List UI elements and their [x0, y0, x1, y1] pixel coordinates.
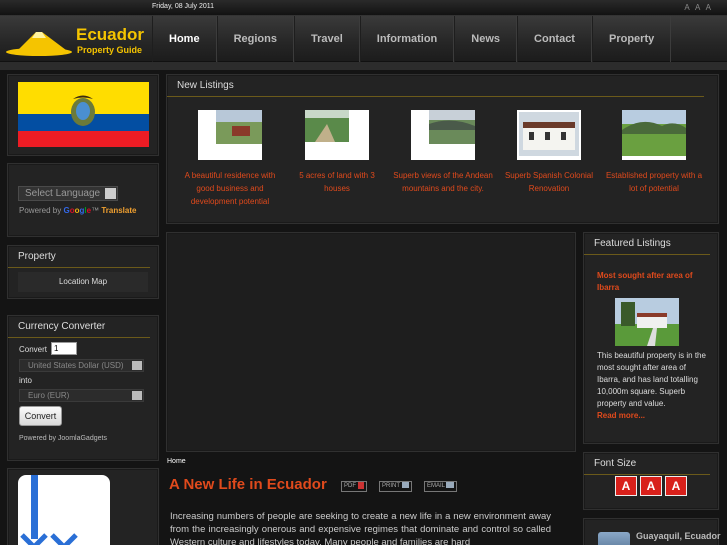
site-logo[interactable]: Ecuador Property Guide	[6, 24, 151, 58]
nav-regions[interactable]: Regions	[216, 16, 294, 62]
amount-input[interactable]: 1	[51, 342, 77, 355]
from-currency-select[interactable]: United States Dollar (USD)	[19, 359, 144, 372]
font-increase-button[interactable]: A	[615, 476, 637, 496]
listing-photo[interactable]	[517, 110, 581, 160]
chevron-down-icon	[105, 188, 116, 199]
main-nav: Home Regions Travel Information News Con…	[152, 16, 672, 62]
language-select[interactable]: Select Language	[18, 186, 118, 201]
listing-item[interactable]: A beautiful residence with good business…	[180, 110, 280, 208]
trademark: ™	[91, 206, 100, 215]
location-map-link[interactable]: Location Map	[18, 272, 148, 292]
logo-mountain-icon	[6, 32, 72, 56]
listing-item[interactable]: Superb views of the Andean mountains and…	[393, 110, 493, 195]
chevron-down-icon	[132, 391, 142, 400]
featured-photo[interactable]	[615, 298, 679, 346]
main-banner-area	[166, 232, 576, 452]
weather-icon	[598, 532, 630, 545]
listing-photo[interactable]	[622, 110, 686, 160]
print-button[interactable]: PRINT	[379, 481, 412, 492]
convert-button[interactable]: Convert	[19, 406, 62, 426]
email-button[interactable]: EMAIL	[424, 481, 458, 492]
chevron-down-icon	[132, 361, 142, 370]
printer-icon	[401, 482, 409, 489]
article-body: Increasing numbers of people are seeking…	[170, 511, 551, 545]
joomlagadgets-credit: Powered by JoomlaGadgets	[19, 435, 107, 442]
read-more-link[interactable]: Read more...	[597, 411, 645, 420]
print-label: PRINT	[382, 483, 400, 489]
powered-by-google: Powered by Google™ Translate	[19, 206, 136, 215]
powered-by-label: Powered by	[19, 206, 62, 215]
weather-city: Guayaquil, Ecuador	[636, 531, 721, 541]
featured-headline[interactable]: Most sought after area of Ibarra	[597, 270, 709, 294]
listing-caption[interactable]: Superb Spanish Colonial Renovation	[499, 169, 599, 195]
listing-photo[interactable]	[198, 110, 262, 160]
listing-item[interactable]: Established property with a lot of poten…	[604, 110, 704, 195]
currency-module-title: Currency Converter	[8, 316, 150, 338]
nav-property[interactable]: Property	[591, 16, 672, 62]
to-currency-value: Euro (EUR)	[28, 391, 70, 400]
font-reset-button[interactable]: A	[640, 476, 662, 496]
font-resize-links[interactable]: A A A	[684, 3, 713, 12]
featured-description: This beautiful property is in the most s…	[597, 350, 709, 422]
page-title: A New Life in Ecuador	[169, 476, 327, 493]
listing-photo[interactable]	[411, 110, 475, 160]
brand-tagline: Property Guide	[77, 45, 143, 55]
envelope-icon	[446, 482, 455, 489]
nav-news[interactable]: News	[454, 16, 518, 62]
pdf-label: PDF	[344, 483, 356, 490]
pdf-button[interactable]: PDF	[341, 481, 367, 492]
new-listings-title: New Listings	[167, 75, 704, 97]
email-label: EMAIL	[427, 483, 445, 489]
listing-caption[interactable]: Superb views of the Andean mountains and…	[393, 169, 493, 195]
convert-label: Convert	[19, 345, 48, 354]
into-label: into	[19, 376, 32, 385]
font-decrease-button[interactable]: A	[665, 476, 687, 496]
listing-caption[interactable]: 5 acres of land with 3 houses	[287, 169, 387, 195]
pdf-icon	[357, 482, 364, 489]
download-arrow-image	[18, 475, 110, 545]
property-module-title: Property	[8, 246, 150, 268]
featured-listings-title: Featured Listings	[584, 233, 710, 255]
brand-name: Ecuador	[76, 25, 145, 44]
from-currency-value: United States Dollar (USD)	[28, 361, 124, 370]
translate-link[interactable]: Translate	[101, 206, 136, 215]
listing-caption[interactable]: A beautiful residence with good business…	[180, 169, 280, 208]
nav-information[interactable]: Information	[359, 16, 455, 62]
language-select-value: Select Language	[25, 188, 101, 199]
nav-contact[interactable]: Contact	[517, 16, 592, 62]
nav-travel[interactable]: Travel	[293, 16, 360, 62]
breadcrumb[interactable]: Home	[167, 458, 186, 465]
font-size-title: Font Size	[584, 453, 710, 475]
listing-photo[interactable]	[305, 110, 369, 160]
featured-text: This beautiful property is in the most s…	[597, 351, 706, 408]
to-currency-select[interactable]: Euro (EUR)	[19, 389, 144, 402]
ecuador-flag-image	[18, 82, 149, 147]
listing-item[interactable]: Superb Spanish Colonial Renovation	[499, 110, 599, 195]
nav-home[interactable]: Home	[152, 16, 217, 62]
listing-item[interactable]: 5 acres of land with 3 houses	[287, 110, 387, 195]
listing-caption[interactable]: Established property with a lot of poten…	[604, 169, 704, 195]
current-date: Friday, 08 July 2011	[152, 3, 214, 10]
top-bar: Friday, 08 July 2011 A A A	[0, 0, 727, 16]
site-header: Ecuador Property Guide Home Regions Trav…	[0, 16, 727, 62]
header-strip	[0, 62, 727, 70]
